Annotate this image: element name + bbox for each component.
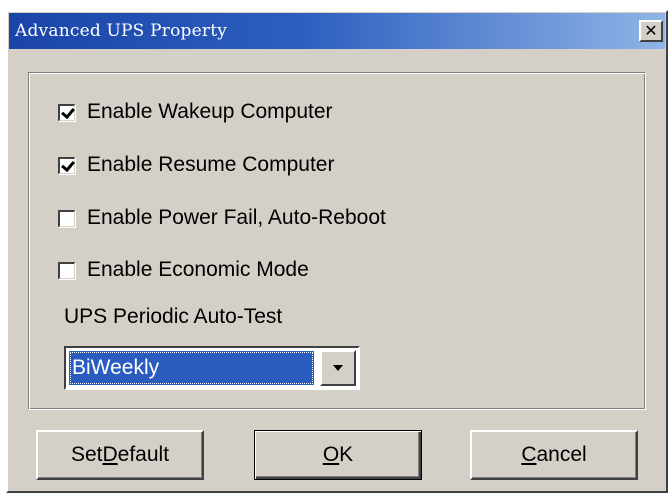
cancel-button[interactable]: Cancel xyxy=(470,430,638,480)
advanced-ups-property-dialog: Advanced UPS Property ✕ Enable Wakeup Co… xyxy=(6,10,668,493)
cancel-text-b: ancel xyxy=(536,443,587,466)
autotest-label: UPS Periodic Auto-Test xyxy=(64,305,283,328)
checkbox-box-power-fail[interactable] xyxy=(58,209,75,227)
checkbox-enable-resume-computer[interactable]: Enable Resume Computer xyxy=(58,153,334,177)
title-bar[interactable]: Advanced UPS Property ✕ xyxy=(9,13,665,49)
checkbox-label-wakeup: Enable Wakeup Computer xyxy=(87,100,333,123)
checkbox-box-economic[interactable] xyxy=(58,261,75,279)
autotest-dropdown[interactable]: BiWeekly xyxy=(64,346,360,390)
cancel-mnemonic: C xyxy=(521,443,537,466)
close-icon: ✕ xyxy=(644,21,658,40)
ok-button[interactable]: OK xyxy=(254,430,422,480)
window-title: Advanced UPS Property xyxy=(15,21,228,41)
checkbox-box-resume[interactable] xyxy=(58,156,75,174)
checkbox-enable-economic-mode[interactable]: Enable Economic Mode xyxy=(58,258,309,282)
chevron-down-icon xyxy=(333,365,343,371)
set-default-button[interactable]: Set Default xyxy=(36,430,204,480)
dropdown-arrow-button[interactable] xyxy=(320,350,356,386)
autotest-selected-value[interactable]: BiWeekly xyxy=(69,351,314,385)
set-default-text-a: Set xyxy=(70,443,103,466)
checkbox-box-wakeup[interactable] xyxy=(58,103,75,121)
set-default-mnemonic: D xyxy=(102,443,118,466)
checkbox-enable-power-fail-auto-reboot[interactable]: Enable Power Fail, Auto-Reboot xyxy=(58,206,386,230)
checkbox-label-resume: Enable Resume Computer xyxy=(87,153,335,176)
checkbox-label-economic: Enable Economic Mode xyxy=(87,258,309,281)
close-button[interactable]: ✕ xyxy=(639,20,663,42)
checkbox-label-power-fail: Enable Power Fail, Auto-Reboot xyxy=(87,206,386,229)
ok-mnemonic: O xyxy=(322,443,340,466)
checkbox-enable-wakeup-computer[interactable]: Enable Wakeup Computer xyxy=(58,100,333,124)
set-default-text-b: efault xyxy=(117,443,170,466)
ok-text-b: K xyxy=(339,443,354,466)
